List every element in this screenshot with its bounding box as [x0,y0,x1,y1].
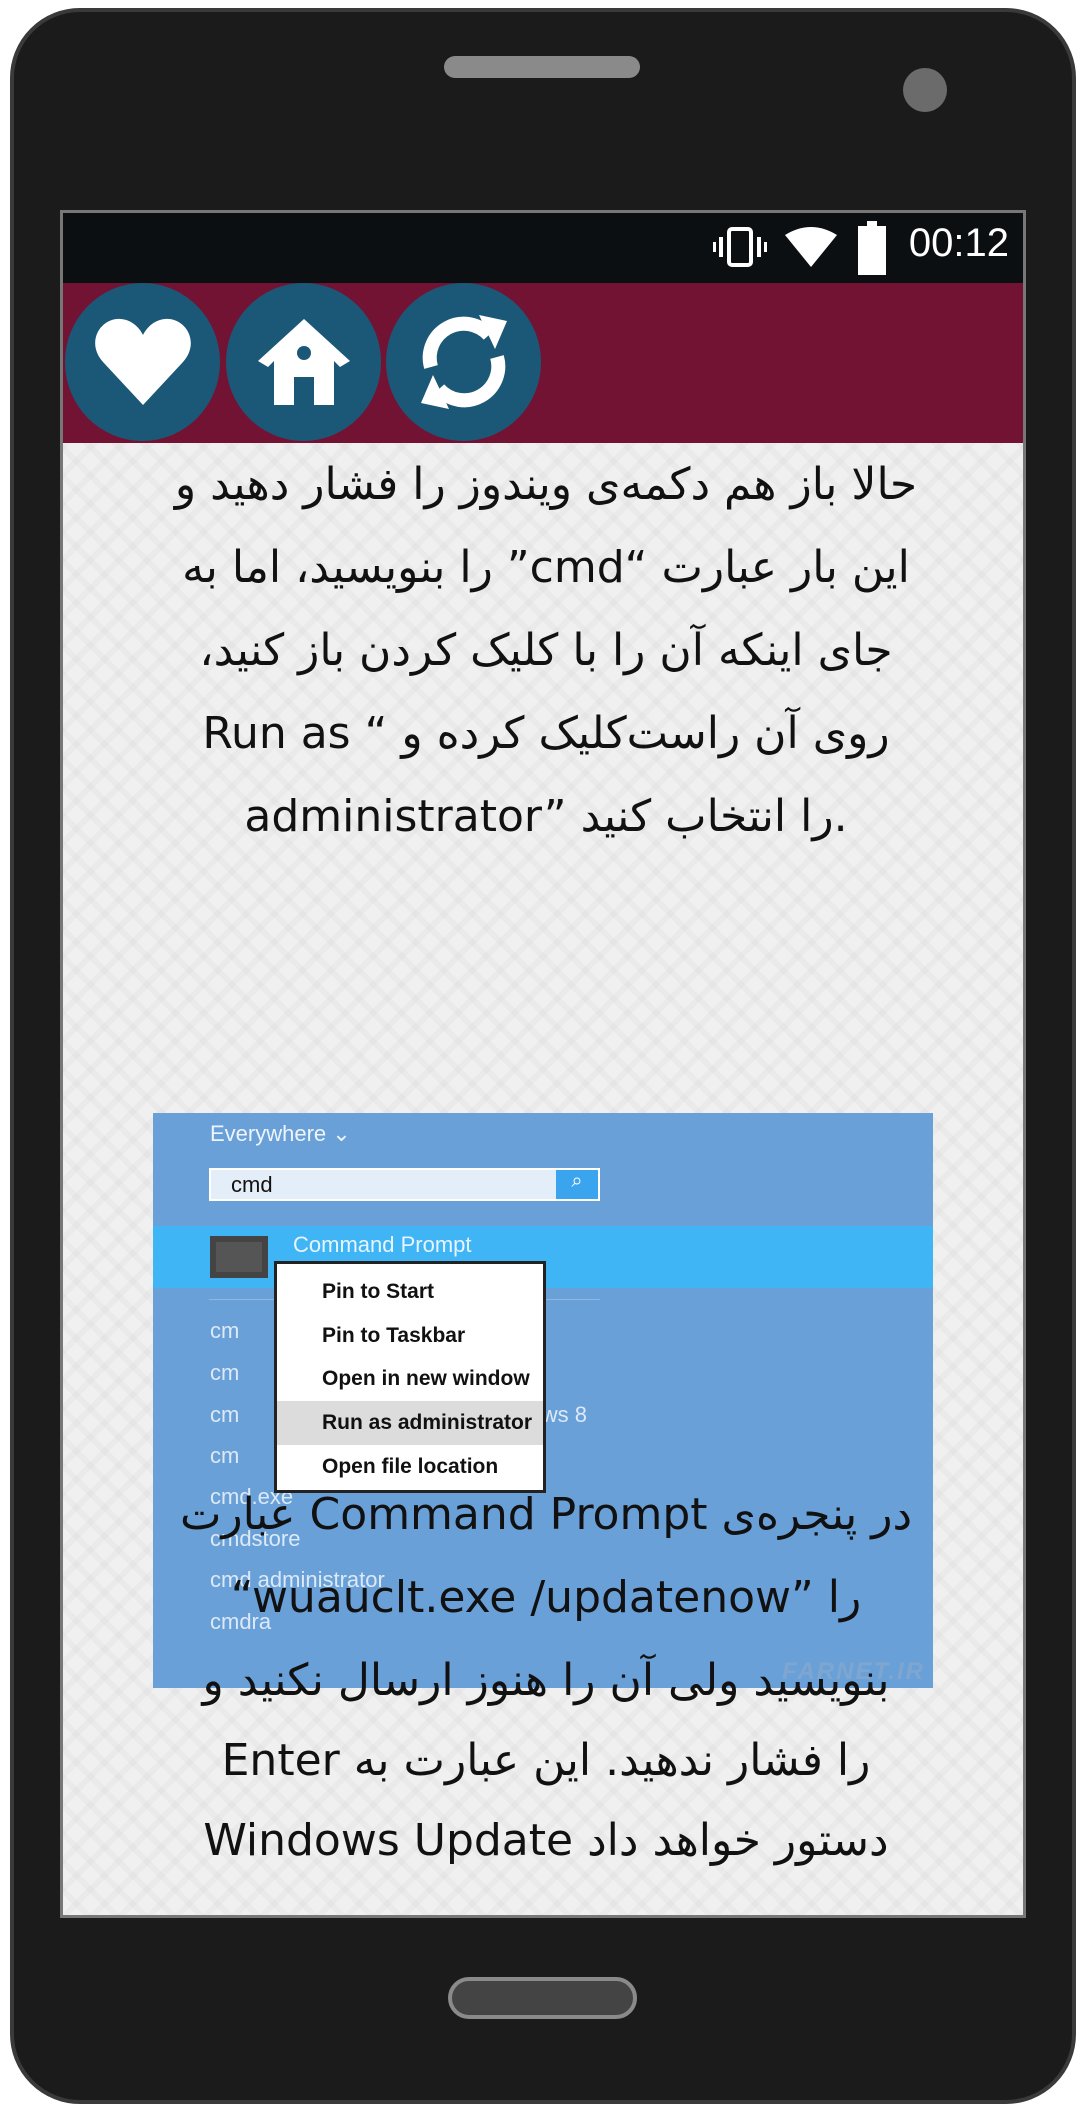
search-icon: ⌕ [556,1170,598,1199]
result-item: cm [210,1443,240,1468]
menu-item-run-as-admin: Run as administrator [277,1401,543,1445]
screen: 00:12 حالا باز هم دکمه‌ی ویندوز را فشار … [60,210,1026,1918]
result-item: cm [210,1360,240,1385]
home-hardware-button[interactable] [448,1977,637,2019]
scope-label: Everywhere [210,1121,327,1146]
refresh-icon [420,315,507,409]
scope-dropdown: Everywhere ⌄ [210,1121,351,1147]
paragraph-line: Enter را فشار ندهید. این عبارت به [221,1735,871,1786]
menu-item-pin-to-start: Pin to Start [322,1280,435,1303]
home-button[interactable] [226,283,381,441]
search-input: cmd ⌕ [209,1168,600,1201]
speaker [444,56,640,78]
favorite-button[interactable] [65,283,220,441]
context-menu: Pin to Start Pin to Taskbar Open in new … [274,1261,546,1493]
paragraph-line: “wuauclt.exe /updatenow” را [230,1572,862,1623]
paragraph-line: جای اینکه آن را با کلیک کردن باز کنید، [199,625,893,676]
paragraph-line: بنویسید ولی آن را هنوز ارسال نکنید و [202,1655,890,1706]
home-icon [257,319,350,405]
paragraph-line: administrator” را انتخاب کنید. [244,791,848,842]
toolbar [63,283,1023,443]
menu-item-pin-to-taskbar: Pin to Taskbar [322,1324,466,1347]
wifi-icon [785,227,837,267]
heart-icon [94,318,191,405]
content-area: حالا باز هم دکمه‌ی ویندوز را فشار دهید و… [63,443,1023,1915]
paragraph-line: روی آن راست‌کلیک کرده و “ Run as [202,708,890,759]
paragraph-line: Windows Update دستور خواهد داد [203,1815,889,1866]
chevron-down-icon: ⌄ [332,1121,351,1146]
result-item: cm [210,1402,240,1427]
paragraph-line: حالا باز هم دکمه‌ی ویندوز را فشار دهید و [174,459,918,510]
status-bar: 00:12 [63,213,1023,283]
battery-icon [858,221,886,275]
camera [903,68,947,112]
refresh-button[interactable] [386,283,541,441]
menu-item-open-file-location: Open file location [322,1455,499,1478]
paragraph-line: این بار عبارت “cmd” را بنویسید، اما به [182,542,910,593]
search-value: cmd [231,1172,273,1197]
paragraph-line: در پنجره‌ی Command Prompt عبارت [179,1489,913,1540]
top-result-label: Command Prompt [293,1232,472,1257]
menu-item-open-new-window: Open in new window [322,1367,530,1390]
clock: 00:12 [908,221,1009,265]
cmd-icon [210,1236,268,1278]
result-item: cm [210,1318,240,1343]
vibrate-icon [713,227,767,267]
